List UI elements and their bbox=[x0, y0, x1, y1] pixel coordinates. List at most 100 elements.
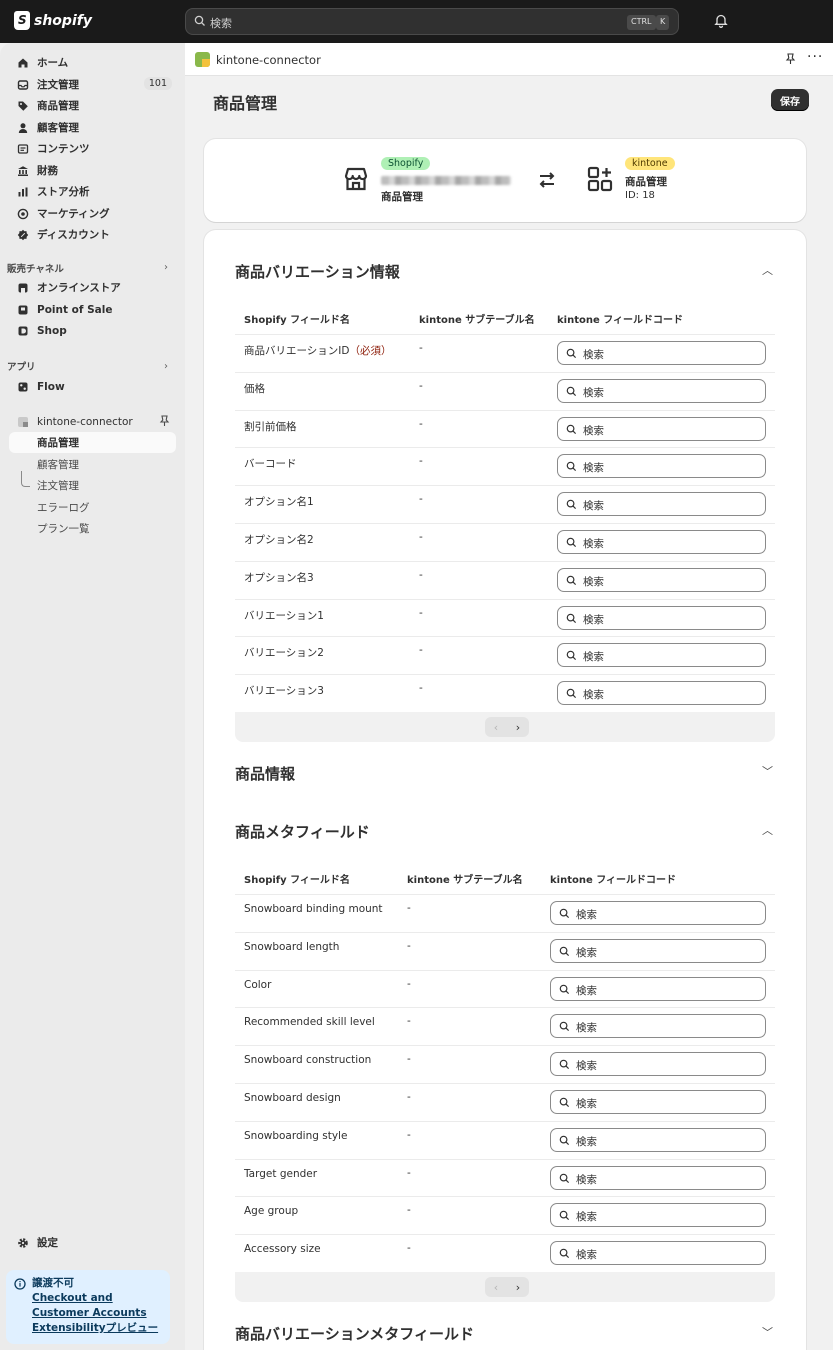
notice-link[interactable]: Checkout and Customer Accounts Extensibi… bbox=[6, 1291, 170, 1336]
sidebar-item-shop[interactable]: Shop bbox=[9, 320, 176, 341]
sales-channels-heading[interactable]: 販売チャネル bbox=[7, 261, 64, 275]
redacted-store-name bbox=[381, 176, 511, 185]
sidebar-item-label: 設定 bbox=[37, 1237, 58, 1249]
chevron-up-icon[interactable]: ︿ bbox=[762, 262, 773, 278]
next-page-button[interactable]: › bbox=[507, 1277, 529, 1297]
sidebar-item-products[interactable]: 商品管理 bbox=[9, 95, 176, 116]
kintone-field-code-search[interactable]: 検索 bbox=[557, 605, 766, 630]
kintone-field-code-search[interactable]: 検索 bbox=[550, 1090, 766, 1114]
kintone-field-code-search[interactable]: 検索 bbox=[557, 454, 766, 479]
sidebar-item-label: kintone-connector bbox=[37, 415, 133, 428]
kintone-field-code-search[interactable]: 検索 bbox=[550, 1241, 766, 1266]
app-icon bbox=[17, 416, 29, 428]
kintone-field-code-search[interactable]: 検索 bbox=[557, 643, 766, 668]
kintone-field-code-search[interactable]: 検索 bbox=[550, 901, 766, 925]
kintone-field-code-search[interactable]: 検索 bbox=[557, 416, 766, 441]
shopify-field-name: バリエーション1 bbox=[244, 608, 324, 623]
previous-page-button[interactable]: ‹ bbox=[485, 1277, 507, 1297]
metafield-pagination: ‹ › bbox=[235, 1272, 775, 1302]
column-header: kintone フィールドコード bbox=[550, 875, 677, 886]
search-icon bbox=[566, 688, 577, 699]
column-header: kintone サブテーブル名 bbox=[419, 315, 535, 326]
chevron-right-icon[interactable]: › bbox=[164, 262, 168, 273]
sidebar-item-customers[interactable]: 顧客管理 bbox=[9, 117, 176, 138]
apps-heading[interactable]: アプリ bbox=[7, 359, 36, 373]
sidebar-item-settings[interactable]: 設定 bbox=[9, 1232, 176, 1253]
kintone-field-code-search[interactable]: 検索 bbox=[557, 530, 766, 554]
kintone-field-code-search[interactable]: 検索 bbox=[550, 1052, 766, 1077]
sidebar-item-label: プラン一覧 bbox=[37, 523, 90, 535]
sidebar-item-finance[interactable]: 財務 bbox=[9, 160, 176, 181]
required-marker: （必須） bbox=[349, 345, 392, 357]
pin-icon[interactable] bbox=[159, 415, 170, 427]
kintone-field-code-search[interactable]: 検索 bbox=[550, 1203, 766, 1228]
search-placeholder: 検索 bbox=[583, 462, 604, 475]
row-divider bbox=[235, 560, 775, 562]
kintone-field-code-search[interactable]: 検索 bbox=[557, 492, 766, 517]
kintone-field-code-search[interactable]: 検索 bbox=[557, 378, 766, 403]
sidebar-item-kintone-connector[interactable]: kintone-connector bbox=[9, 411, 176, 432]
bell-icon[interactable] bbox=[714, 13, 728, 28]
kintone-field-code-search[interactable]: 検索 bbox=[550, 1014, 766, 1039]
more-actions-icon[interactable]: ··· bbox=[807, 49, 823, 65]
sidebar-subitem-orders[interactable]: 注文管理 bbox=[9, 475, 176, 496]
bank-icon bbox=[17, 165, 29, 177]
search-placeholder: 検索 bbox=[576, 1135, 597, 1148]
search-icon bbox=[559, 984, 570, 994]
connection-card: Shopify 商品管理 kintone 商品管理 ID: 18 bbox=[204, 139, 806, 222]
row-divider bbox=[235, 636, 775, 638]
save-button[interactable]: 保存 bbox=[771, 89, 809, 111]
sidebar-item-label: コンテンツ bbox=[37, 143, 90, 155]
kintone-subtable-name: - bbox=[407, 977, 411, 990]
sidebar-item-orders[interactable]: 注文管理 101 bbox=[9, 74, 176, 95]
sidebar-subitem-products[interactable]: 商品管理 bbox=[9, 432, 176, 453]
kintone-field-code-search[interactable]: 検索 bbox=[557, 341, 766, 365]
sidebar-subitem-customers[interactable]: 顧客管理 bbox=[9, 454, 176, 475]
chevron-down-icon[interactable]: ﹀ bbox=[762, 763, 773, 779]
kintone-field-code-search[interactable]: 検索 bbox=[550, 1165, 766, 1190]
shopify-logo[interactable]: shopify bbox=[14, 11, 92, 30]
sidebar-item-online-store[interactable]: オンラインストア bbox=[9, 277, 176, 298]
main-area: kintone-connector ··· 商品管理 保存 Shopify 商品… bbox=[185, 43, 833, 1350]
chevron-right-icon[interactable]: › bbox=[164, 361, 168, 372]
search-icon bbox=[566, 424, 577, 434]
sidebar-item-marketing[interactable]: マーケティング bbox=[9, 203, 176, 224]
product-info-section-title[interactable]: 商品情報 bbox=[235, 763, 295, 784]
shopify-field-name: Snowboard binding mount bbox=[244, 903, 383, 915]
discount-icon bbox=[17, 229, 29, 241]
sidebar-item-pos[interactable]: Point of Sale bbox=[9, 299, 176, 320]
sidebar-item-discounts[interactable]: ディスカウント bbox=[9, 224, 176, 245]
search-placeholder: 検索 bbox=[583, 613, 604, 626]
chevron-up-icon[interactable]: ︿ bbox=[762, 822, 773, 838]
sidebar-subitem-error-log[interactable]: エラーログ bbox=[9, 497, 176, 518]
sidebar-item-home[interactable]: ホーム bbox=[9, 52, 176, 73]
sidebar-item-label: マーケティング bbox=[37, 208, 110, 220]
kintone-field-code-search[interactable]: 検索 bbox=[557, 681, 766, 706]
pin-icon[interactable] bbox=[785, 53, 796, 65]
kintone-field-code-search[interactable]: 検索 bbox=[550, 976, 766, 1001]
chevron-down-icon[interactable]: ﹀ bbox=[762, 1324, 773, 1340]
sidebar-item-analytics[interactable]: ストア分析 bbox=[9, 181, 176, 202]
sidebar-item-flow[interactable]: Flow bbox=[9, 376, 176, 397]
row-divider bbox=[235, 1196, 775, 1198]
variation-section-title[interactable]: 商品バリエーション情報 bbox=[235, 261, 400, 282]
shopify-field-name: バーコード bbox=[244, 456, 297, 471]
metafield-section-title[interactable]: 商品メタフィールド bbox=[235, 821, 370, 842]
search-icon bbox=[559, 1059, 570, 1070]
next-page-button[interactable]: › bbox=[507, 717, 529, 737]
kintone-app-id: ID: 18 bbox=[625, 190, 655, 201]
pos-icon bbox=[17, 304, 29, 316]
shopify-field-name: オプション名3 bbox=[244, 570, 314, 585]
sidebar-subitem-plans[interactable]: プラン一覧 bbox=[9, 518, 176, 539]
row-divider bbox=[235, 447, 775, 449]
sidebar-item-content[interactable]: コンテンツ bbox=[9, 138, 176, 159]
kintone-field-code-search[interactable]: 検索 bbox=[557, 567, 766, 592]
search-placeholder: 検索 bbox=[576, 1022, 597, 1035]
previous-page-button[interactable]: ‹ bbox=[485, 717, 507, 737]
kintone-field-code-search[interactable]: 検索 bbox=[550, 1127, 766, 1152]
row-divider bbox=[235, 334, 775, 335]
global-search[interactable]: 検索 CTRL K bbox=[185, 8, 679, 35]
kintone-field-code-search[interactable]: 検索 bbox=[550, 938, 766, 963]
variation-metafield-section-title[interactable]: 商品バリエーションメタフィールド bbox=[235, 1323, 474, 1344]
kintone-subtable-name: - bbox=[419, 417, 423, 430]
